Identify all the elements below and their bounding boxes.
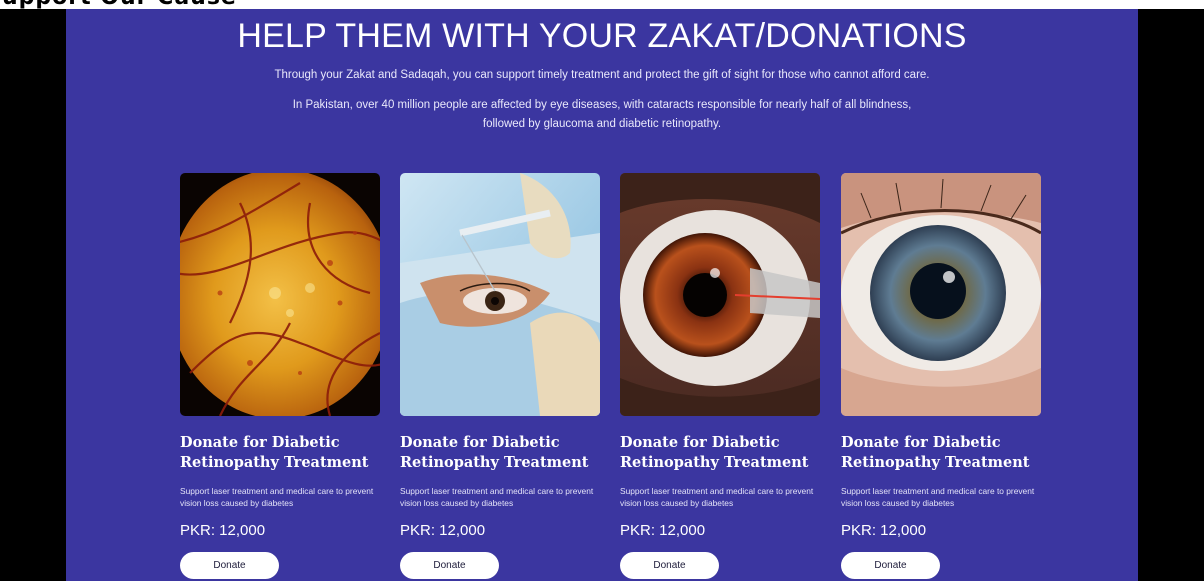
section-title: HELP THEM WITH YOUR ZAKAT/DONATIONS <box>237 17 967 55</box>
eye-laser-image <box>620 173 820 416</box>
donation-card: Donate for Diabetic Retinopathy Treatmen… <box>841 173 1041 579</box>
card-description: Support laser treatment and medical care… <box>400 486 594 508</box>
donate-button[interactable]: Donate <box>180 552 279 579</box>
card-description: Support laser treatment and medical care… <box>620 486 814 508</box>
donation-card: Donate for Diabetic Retinopathy Treatmen… <box>400 173 600 579</box>
card-title: Donate for Diabetic Retinopathy Treatmen… <box>841 434 1030 471</box>
donate-button[interactable]: Donate <box>400 552 499 579</box>
section-subtitle: Through your Zakat and Sadaqah, you can … <box>274 69 930 81</box>
card-price: PKR: 12,000 <box>841 522 927 539</box>
retina-fundus-image <box>180 173 380 416</box>
eye-closeup-image <box>841 173 1041 416</box>
donation-card: Donate for Diabetic Retinopathy Treatmen… <box>180 173 380 579</box>
eye-surgery-image <box>400 173 600 416</box>
page-heading-cropped: upport Our Cause <box>2 0 237 9</box>
donate-button[interactable]: Donate <box>841 552 940 579</box>
page-heading-strip: upport Our Cause <box>0 0 1204 9</box>
card-description: Support laser treatment and medical care… <box>180 486 374 508</box>
card-price: PKR: 12,000 <box>180 522 266 539</box>
card-price: PKR: 12,000 <box>620 522 706 539</box>
card-description: Support laser treatment and medical care… <box>841 486 1035 508</box>
card-price: PKR: 12,000 <box>400 522 486 539</box>
card-title: Donate for Diabetic Retinopathy Treatmen… <box>620 434 809 471</box>
section-description: In Pakistan, over 40 million people are … <box>292 99 912 130</box>
card-title: Donate for Diabetic Retinopathy Treatmen… <box>400 434 589 471</box>
card-title: Donate for Diabetic Retinopathy Treatmen… <box>180 434 369 471</box>
donation-section: HELP THEM WITH YOUR ZAKAT/DONATIONS Thro… <box>66 9 1138 581</box>
donate-button[interactable]: Donate <box>620 552 719 579</box>
donation-card: Donate for Diabetic Retinopathy Treatmen… <box>620 173 820 579</box>
